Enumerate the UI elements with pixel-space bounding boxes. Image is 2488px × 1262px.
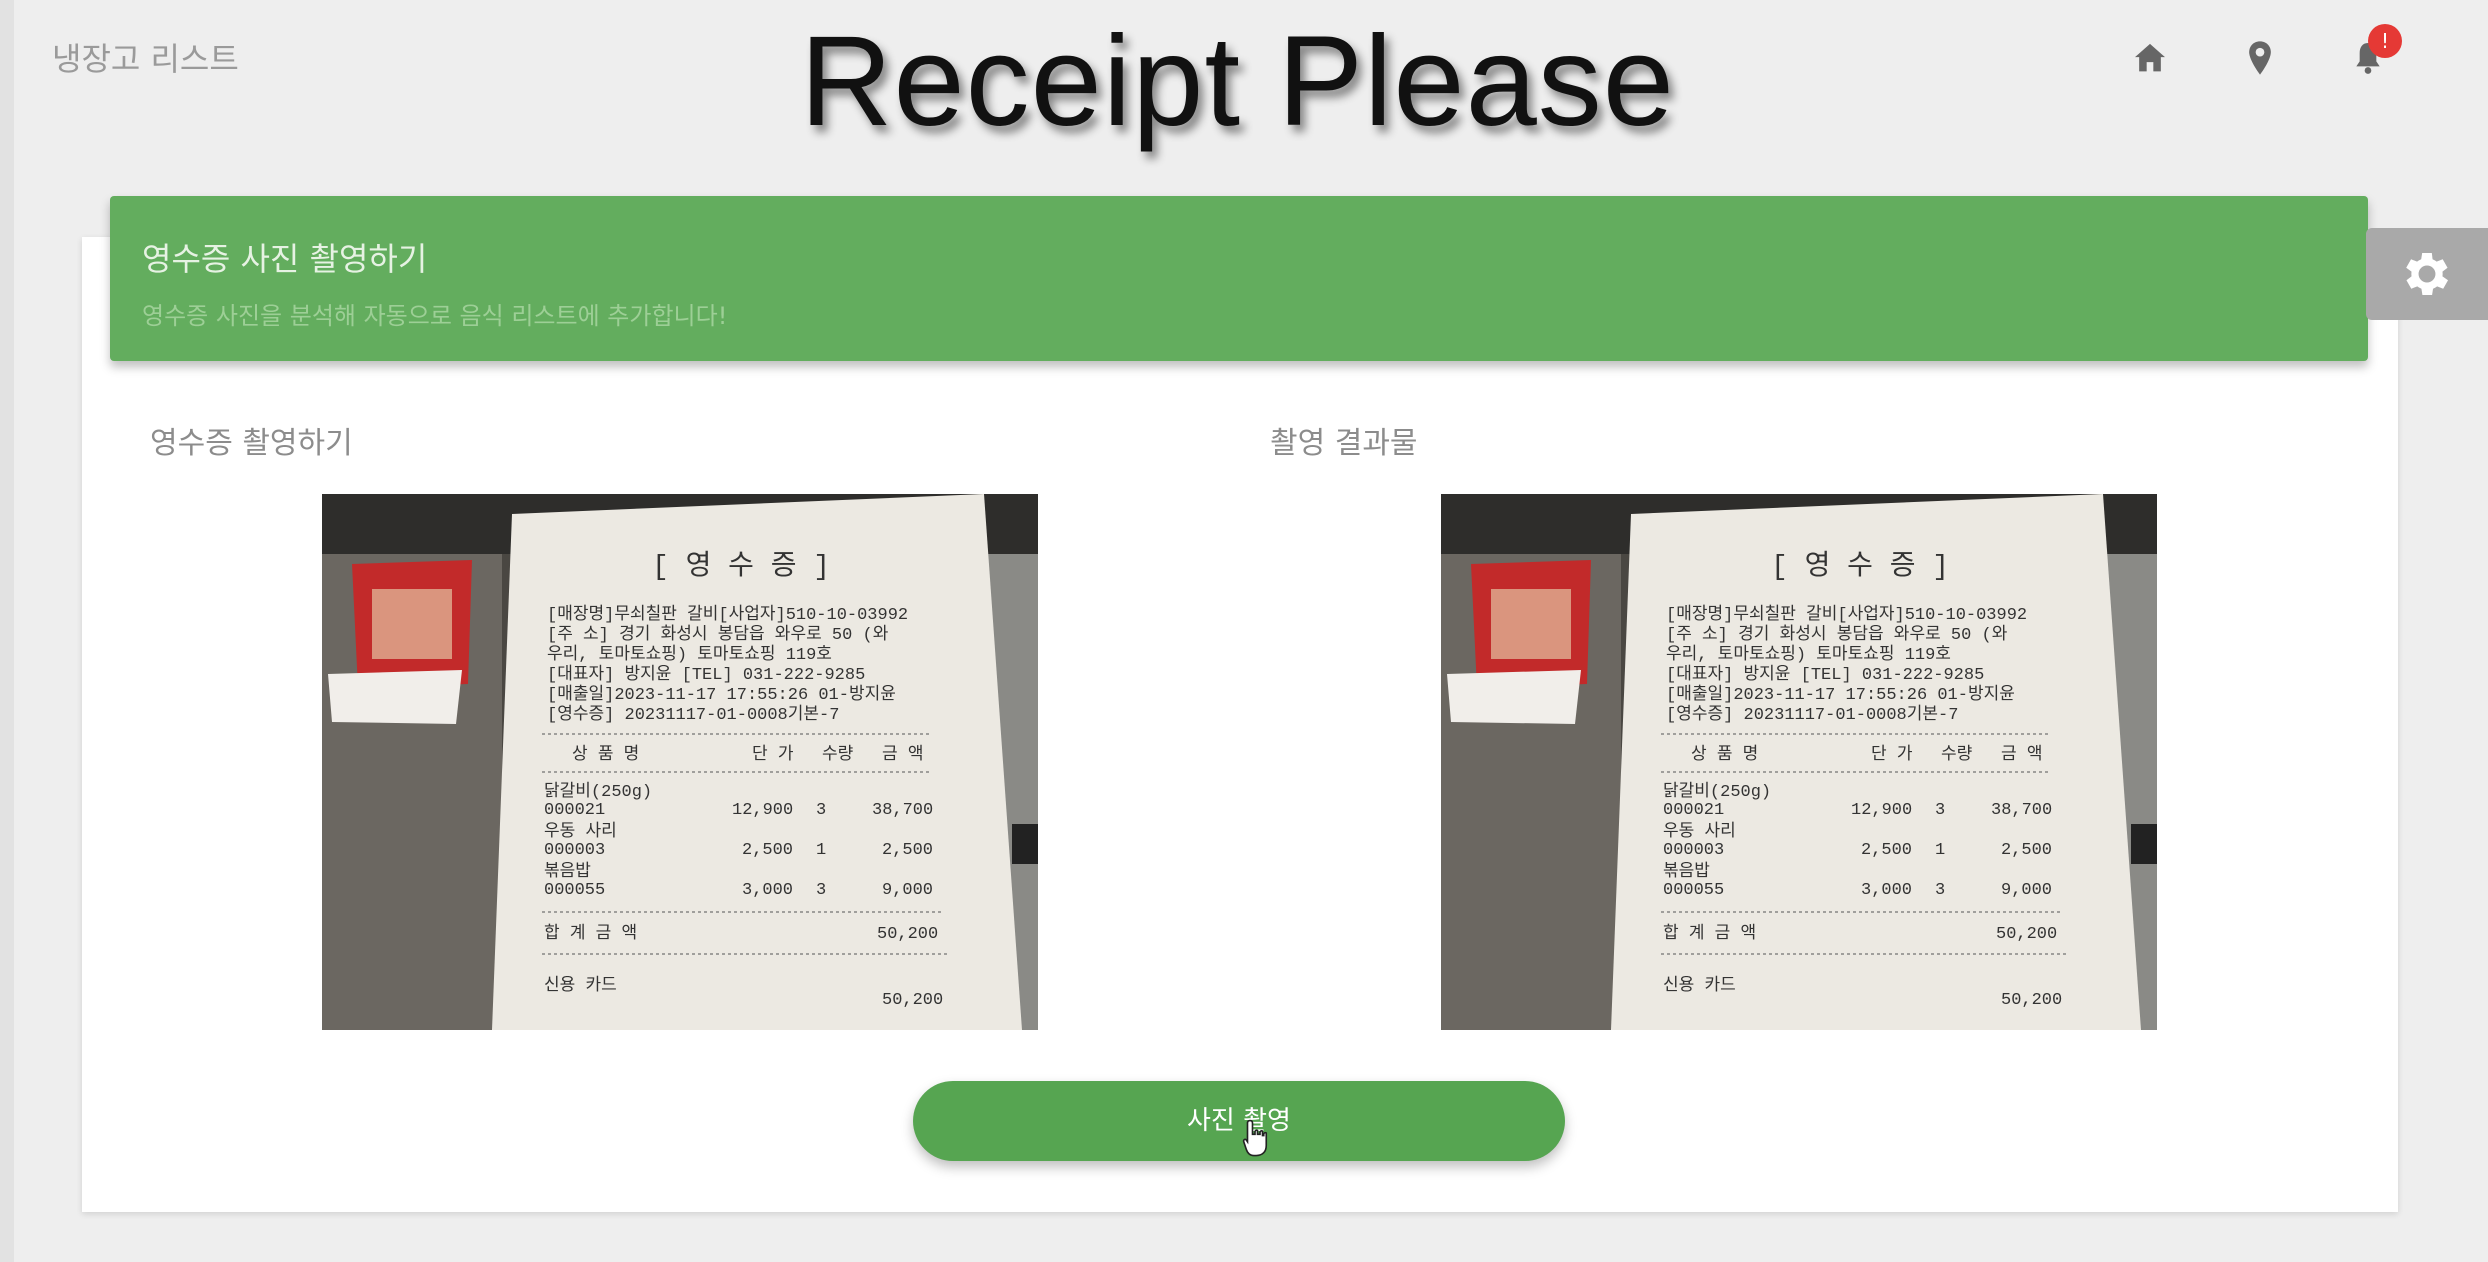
- receipt-item-price: 12,900: [732, 801, 793, 820]
- overlay-caption: Receipt Please: [800, 10, 1675, 153]
- receipt-item-qty: 1: [1935, 841, 1945, 860]
- receipt-info-line: [대표자] 방지윤 [TEL] 031-222-9285: [547, 664, 865, 685]
- receipt-item-code: 000003: [1663, 841, 1724, 860]
- receipt-card-label: 신용 카드: [1663, 975, 1736, 996]
- receipt-total: 50,200: [877, 925, 938, 944]
- receipt-item-amount: 38,700: [1991, 801, 2052, 820]
- app-title[interactable]: 냉장고 리스트: [52, 34, 239, 80]
- settings-button[interactable]: [2366, 228, 2488, 320]
- receipt-column-header: 수량: [822, 744, 854, 765]
- hand-cursor-icon: [1242, 1119, 1268, 1157]
- receipt-info-line: [매장명]무쇠칠판 갈비[사업자]510-10-03992: [1666, 604, 2027, 625]
- receipt-total: 50,200: [1996, 925, 2057, 944]
- receipt-item-name: 우동 사리: [1663, 821, 1736, 842]
- receipt-item-name: 볶음밥: [1663, 861, 1710, 882]
- receipt-item-code: 000055: [544, 881, 605, 900]
- receipt-heading: [ 영 수 증 ]: [1771, 550, 1949, 583]
- gear-icon: [2406, 252, 2449, 296]
- receipt-column-header: 단 가: [752, 744, 794, 765]
- receipt-info-line: [영수증] 20231117-01-0008기본-7: [547, 704, 839, 725]
- receipt-item-price: 12,900: [1851, 801, 1912, 820]
- receipt-column-header: 상 품 명: [572, 744, 639, 765]
- receipt-info-line: 우리, 토마토쇼핑) 토마토쇼핑 119호: [1666, 644, 1951, 665]
- receipt-item-price: 2,500: [742, 841, 793, 860]
- receipt-column-header: 상 품 명: [1691, 744, 1758, 765]
- receipt-info-line: 우리, 토마토쇼핑) 토마토쇼핑 119호: [547, 644, 832, 665]
- window-edge: [0, 0, 14, 1262]
- receipt-item-amount: 2,500: [2001, 841, 2052, 860]
- receipt-item-price: 3,000: [742, 881, 793, 900]
- capture-section-label: 영수증 촬영하기: [150, 426, 353, 461]
- receipt-item-amount: 9,000: [882, 881, 933, 900]
- receipt-item-qty: 3: [816, 881, 826, 900]
- notification-badge: !: [2368, 24, 2402, 58]
- banner-title: 영수증 사진 촬영하기: [142, 240, 428, 278]
- receipt-column-header: 금 액: [2001, 744, 2042, 765]
- receipt-item-code: 000003: [544, 841, 605, 860]
- receipt-item-code: 000055: [1663, 881, 1724, 900]
- receipt-card-label: 신용 카드: [544, 975, 617, 996]
- receipt-item-qty: 3: [1935, 801, 1945, 820]
- receipt-info-line: [주 소] 경기 화성시 봉담읍 와우로 50 (와: [1666, 624, 2008, 645]
- receipt-column-header: 금 액: [882, 744, 923, 765]
- receipt-heading: [ 영 수 증 ]: [652, 550, 830, 583]
- receipt-item-qty: 1: [816, 841, 826, 860]
- home-icon[interactable]: [2130, 38, 2170, 78]
- receipt-info-line: [매출일]2023-11-17 17:55:26 01-방지윤: [1666, 684, 2015, 705]
- receipt-item-amount: 2,500: [882, 841, 933, 860]
- result-section-label: 촬영 결과물: [1270, 426, 1418, 461]
- receipt-item-qty: 3: [1935, 881, 1945, 900]
- banner-subtitle: 영수증 사진을 분석해 자동으로 음식 리스트에 추가합니다!: [142, 302, 728, 330]
- receipt-total-label: 합 계 금 액: [1663, 923, 1756, 944]
- take-photo-button[interactable]: 사진 촬영: [913, 1081, 1565, 1161]
- receipt-info-line: [영수증] 20231117-01-0008기본-7: [1666, 704, 1958, 725]
- receipt-item-amount: 9,000: [2001, 881, 2052, 900]
- receipt-result-image: [ 영 수 증 ] [매장명]무쇠칠판 갈비[사업자]510-10-03992 …: [1441, 494, 2157, 1030]
- receipt-item-name: 닭갈비(250g): [1663, 781, 1771, 802]
- receipt-item-code: 000021: [544, 801, 605, 820]
- receipt-card-amount: 50,200: [2001, 991, 2062, 1010]
- receipt-item-qty: 3: [816, 801, 826, 820]
- receipt-item-name: 우동 사리: [544, 821, 617, 842]
- receipt-item-price: 3,000: [1861, 881, 1912, 900]
- receipt-item-amount: 38,700: [872, 801, 933, 820]
- receipt-capture-preview[interactable]: [ 영 수 증 ] [매장명]무쇠칠판 갈비[사업자]510-10-03992 …: [322, 494, 1038, 1030]
- page-header-banner: 영수증 사진 촬영하기 영수증 사진을 분석해 자동으로 음식 리스트에 추가합…: [110, 196, 2368, 361]
- receipt-card-amount: 50,200: [882, 991, 943, 1010]
- receipt-info-line: [대표자] 방지윤 [TEL] 031-222-9285: [1666, 664, 1984, 685]
- receipt-item-price: 2,500: [1861, 841, 1912, 860]
- receipt-info-line: [매장명]무쇠칠판 갈비[사업자]510-10-03992: [547, 604, 908, 625]
- receipt-item-name: 닭갈비(250g): [544, 781, 652, 802]
- receipt-total-label: 합 계 금 액: [544, 923, 637, 944]
- map-pin-icon[interactable]: [2240, 38, 2280, 78]
- receipt-info-line: [매출일]2023-11-17 17:55:26 01-방지윤: [547, 684, 896, 705]
- receipt-item-name: 볶음밥: [544, 861, 591, 882]
- receipt-column-header: 수량: [1941, 744, 1973, 765]
- receipt-column-header: 단 가: [1871, 744, 1913, 765]
- receipt-info-line: [주 소] 경기 화성시 봉담읍 와우로 50 (와: [547, 624, 889, 645]
- receipt-item-code: 000021: [1663, 801, 1724, 820]
